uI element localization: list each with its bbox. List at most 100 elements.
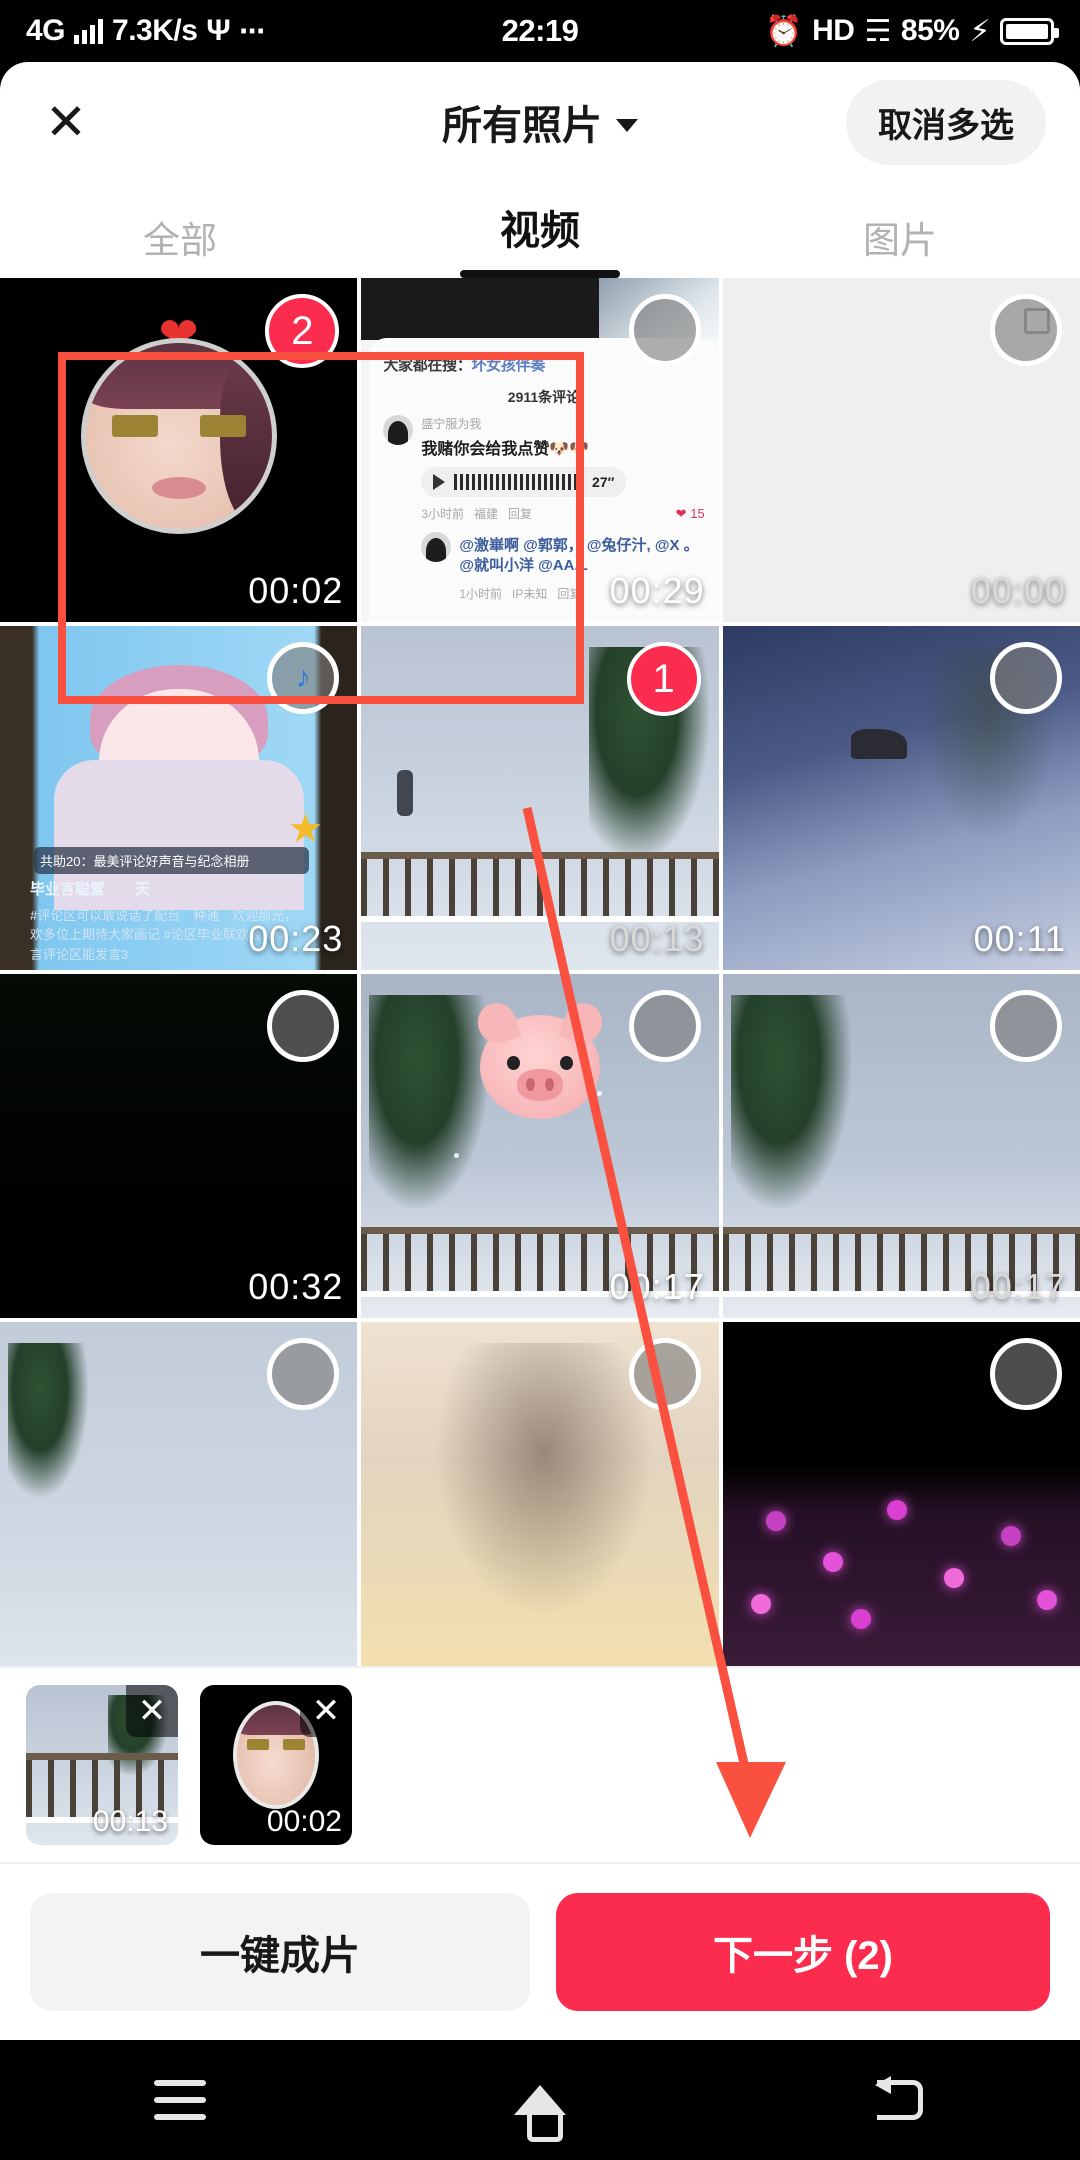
video-duration: 00:17 (970, 1266, 1066, 1307)
media-cell[interactable]: 00:17 (361, 974, 719, 1318)
comment-text: 我赌你会给我点赞🐶🐶 (421, 441, 590, 458)
nav-menu-button[interactable] (0, 2080, 360, 2120)
media-cell[interactable]: 1 00:13 (361, 626, 719, 970)
status-bar-clock: 22:19 (501, 13, 579, 48)
tab-video[interactable]: 视频 (360, 182, 720, 278)
selected-thumbnail[interactable]: ❤ ✕ 00:02 (200, 1685, 352, 1845)
usb-icon: Ψ (206, 14, 231, 47)
like-count: ❤ 15 (675, 505, 705, 521)
media-cell[interactable] (361, 1322, 719, 1666)
comment2-reply: 回复 (557, 586, 582, 601)
menu-icon (154, 2080, 206, 2120)
recording-search-prefix: 大家都在搜： (383, 357, 472, 374)
video-duration: 00:13 (609, 918, 705, 959)
media-cell[interactable]: 00:32 (0, 974, 358, 1318)
selection-circle[interactable]: ♪ (267, 642, 340, 714)
pig-sticker-icon (479, 1014, 600, 1119)
media-picker-sheet: ✕ 所有照片 取消多选 全部 视频 图片 ❤ 2 00:02 大家都在搜：坏女孩… (0, 62, 1080, 2040)
status-bar-right: ⏰ HD ☴ 85% ⚡ (578, 14, 1060, 49)
tab-all[interactable]: 全部 (0, 182, 360, 278)
video-duration: 00:17 (609, 1266, 705, 1307)
selection-circle[interactable] (990, 642, 1062, 714)
avatar (80, 338, 277, 535)
chevron-down-icon (616, 118, 638, 132)
media-cell[interactable] (0, 1322, 358, 1666)
network-speed-label: 7.3K/s (112, 14, 198, 47)
selection-circle[interactable] (990, 1338, 1062, 1410)
selection-circle[interactable] (628, 990, 701, 1062)
tab-image-label: 图片 (863, 220, 937, 261)
battery-percent-label: 85% (900, 14, 960, 47)
video-caption-title: 毕业言聪置 天 (30, 881, 151, 898)
selection-circle[interactable] (990, 294, 1062, 366)
video-duration: 00:02 (248, 570, 344, 611)
cancel-multiselect-button[interactable]: 取消多选 (846, 79, 1046, 165)
next-step-button[interactable]: 下一步 (2) (556, 1893, 1050, 2011)
media-grid: ❤ 2 00:02 大家都在搜：坏女孩伴奏 2911条评论 盛宁服为我 我赌你会… (0, 278, 1080, 1666)
comment2-time: 1小时前 (459, 586, 503, 601)
comment2-ip: IP未知 (512, 586, 548, 601)
selected-media-strip: ✕ 00:13 ❤ ✕ 00:02 (0, 1666, 1080, 1862)
selected-duration: 00:13 (92, 1805, 168, 1838)
remove-selection-icon[interactable]: ✕ (300, 1685, 352, 1737)
selection-order-badge[interactable]: 2 (265, 294, 340, 368)
wifi-icon: ☴ (864, 14, 891, 48)
tab-video-label: 视频 (500, 209, 580, 253)
bottom-actions: 一键成片 下一步 (2) (0, 1862, 1080, 2040)
video-duration: 00:00 (970, 570, 1066, 611)
picker-header: ✕ 所有照片 取消多选 (0, 62, 1080, 182)
recording-comment-count: 2911条评论 (507, 389, 581, 405)
video-duration: 00:32 (248, 1266, 344, 1307)
commenter-avatar (421, 532, 452, 562)
auto-create-button[interactable]: 一键成片 (30, 1893, 530, 2011)
close-icon[interactable]: ✕ (34, 90, 98, 154)
home-icon (514, 2085, 566, 2142)
media-cell[interactable]: ❤ 2 00:02 (0, 278, 358, 622)
ellipsis-icon: ⋯ (239, 15, 268, 46)
media-cell[interactable]: 大家都在搜：坏女孩伴奏 2911条评论 盛宁服为我 我赌你会给我点赞🐶🐶 27″ (361, 278, 719, 622)
selection-circle[interactable] (990, 990, 1062, 1062)
comment-time: 3小时前 (421, 507, 465, 521)
back-icon (875, 2076, 923, 2120)
nav-home-button[interactable] (360, 2085, 720, 2142)
media-cell[interactable]: ★ 共助20：最美评论好声音与纪念相册 毕业言聪置 天 #评论区可以敢说话了配台… (0, 626, 358, 970)
recording-search-term: 坏女孩伴奏 (471, 357, 546, 374)
tab-all-label: 全部 (143, 220, 217, 261)
status-bar-left: 4G 7.3K/s Ψ ⋯ (26, 14, 502, 48)
comment-location: 福建 (474, 507, 499, 521)
video-duration: 00:29 (609, 570, 705, 611)
page-title: 所有照片 (442, 104, 602, 148)
voice-message: 27″ (421, 467, 627, 497)
video-banner: 共助20：最美评论好声音与纪念相册 (34, 847, 310, 874)
selection-circle[interactable] (267, 990, 340, 1062)
star-icon: ★ (287, 807, 324, 851)
selected-duration: 00:02 (266, 1805, 342, 1838)
media-cell[interactable]: 00:17 (722, 974, 1080, 1318)
signal-bars-icon (74, 18, 104, 44)
remove-selection-icon[interactable]: ✕ (126, 1685, 178, 1737)
selection-order-badge[interactable]: 1 (626, 642, 701, 716)
media-cell[interactable]: 00:11 (722, 626, 1080, 970)
selection-circle[interactable] (628, 1338, 701, 1410)
selection-circle[interactable] (267, 1338, 340, 1410)
tab-image[interactable]: 图片 (720, 182, 1080, 278)
video-duration: 00:11 (973, 918, 1066, 959)
media-cell[interactable]: 00:00 (722, 278, 1080, 622)
media-cell[interactable] (722, 1322, 1080, 1666)
video-duration: 00:23 (248, 918, 344, 959)
hd-label: HD (812, 14, 855, 47)
bolt-icon: ⚡ (969, 14, 991, 48)
play-icon (433, 474, 446, 490)
music-note-icon: ♪ (295, 661, 311, 694)
system-nav-bar (0, 2040, 1080, 2160)
selected-thumbnail[interactable]: ✕ 00:13 (26, 1685, 178, 1845)
comment-reply: 回复 (508, 507, 533, 521)
media-type-tabs: 全部 视频 图片 (0, 182, 1080, 278)
selection-circle[interactable] (628, 294, 701, 366)
commenter-name: 盛宁服为我 (421, 417, 482, 431)
waveform-icon (454, 474, 584, 490)
status-bar: 4G 7.3K/s Ψ ⋯ 22:19 ⏰ HD ☴ 85% ⚡ (0, 0, 1080, 62)
commenter-avatar (383, 415, 414, 445)
nav-back-button[interactable] (720, 2076, 1080, 2120)
battery-icon (1000, 17, 1060, 45)
